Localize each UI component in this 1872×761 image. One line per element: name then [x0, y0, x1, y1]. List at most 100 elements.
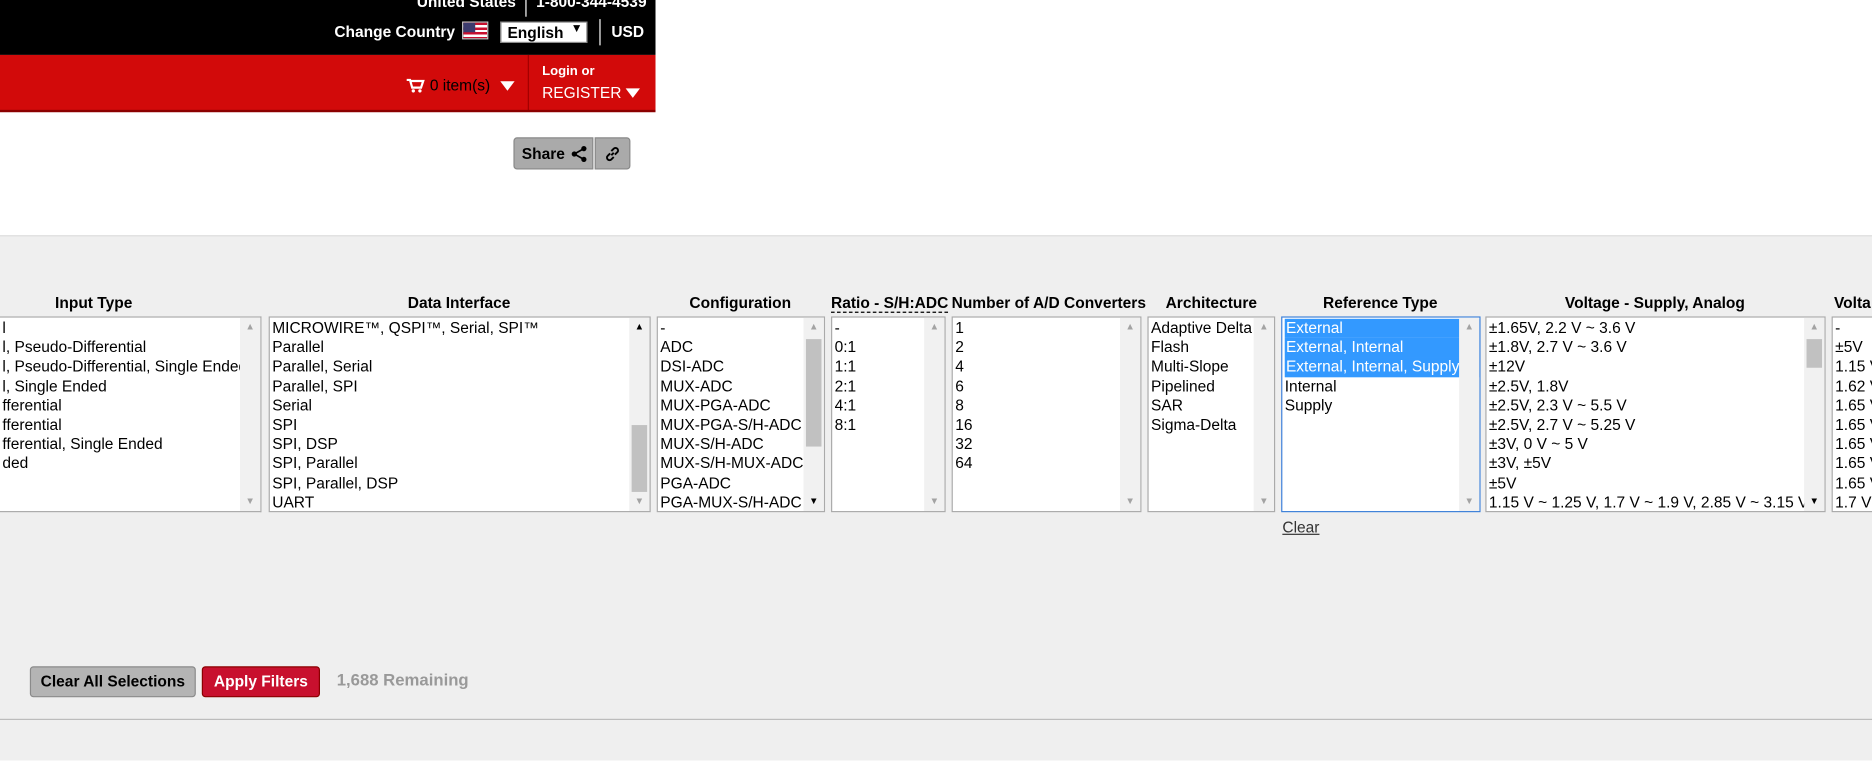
list-option[interactable]: ded — [0, 454, 260, 473]
list-option[interactable]: Parallel — [270, 338, 650, 357]
scroll-up-icon[interactable]: ▲ — [1254, 318, 1274, 337]
list-option[interactable]: 1 — [953, 319, 1140, 338]
list-option[interactable]: ±12V — [1487, 357, 1825, 376]
num-converters-list[interactable]: 1 2 4 6 8 16 32 64 ▲ ▼ — [951, 316, 1142, 513]
scroll-down-icon[interactable]: ▼ — [924, 492, 944, 511]
list-option[interactable]: External, Internal — [1284, 338, 1480, 358]
list-option[interactable]: External, Internal, Supply — [1284, 357, 1480, 377]
list-option[interactable]: 8 — [953, 396, 1140, 415]
list-option[interactable]: MICROWIRE™, QSPI™, Serial, SPI™ — [270, 319, 650, 338]
list-option[interactable]: UART — [270, 493, 650, 511]
scroll-up-icon[interactable]: ▲ — [804, 318, 824, 337]
clear-all-selections-button[interactable]: Clear All Selections — [29, 666, 196, 698]
scroll-up-icon[interactable]: ▲ — [1459, 318, 1479, 337]
list-option[interactable]: 64 — [953, 454, 1140, 473]
input-type-list[interactable]: l l, Pseudo-Differential l, Pseudo-Differe… — [0, 316, 262, 513]
scroll-up-icon[interactable]: ▲ — [1120, 318, 1140, 337]
list-option[interactable]: - — [1833, 319, 1872, 338]
ratio-list[interactable]: -0:1 1:1 2:1 4:1 8:1 ▲ ▼ — [831, 316, 946, 513]
scrollbar[interactable]: ▲ ▼ — [1119, 317, 1141, 512]
list-option[interactable]: ±3V, 0 V ~ 5 V — [1487, 435, 1825, 454]
list-option[interactable]: 1.65 V — [1833, 396, 1872, 415]
scrollbar[interactable]: ▲ ▼ — [1253, 317, 1274, 512]
list-option[interactable]: 1.65 V — [1833, 473, 1872, 492]
list-option[interactable]: SPI — [270, 415, 650, 434]
scrollbar-thumb[interactable] — [631, 425, 648, 492]
list-option[interactable]: ±5V — [1487, 473, 1825, 492]
apply-filters-button[interactable]: Apply Filters — [201, 666, 320, 698]
list-option[interactable]: l, Pseudo-Differential, Single Ended — [0, 357, 260, 376]
list-option[interactable]: fferential — [0, 415, 260, 434]
scroll-down-icon[interactable]: ▼ — [1804, 492, 1824, 511]
scroll-down-icon[interactable]: ▼ — [1120, 492, 1140, 511]
list-option[interactable]: 1.15 V ~ 1.25 V, 1.7 V ~ 1.9 V, 2.85 V ~… — [1487, 493, 1825, 511]
list-option[interactable]: ±2.5V, 2.3 V ~ 5.5 V — [1487, 396, 1825, 415]
currency-label[interactable]: USD — [611, 23, 644, 41]
list-option[interactable]: Parallel, SPI — [270, 377, 650, 396]
list-option[interactable]: ±3V, ±5V — [1487, 454, 1825, 473]
list-option[interactable]: PGA-ADC — [658, 473, 824, 492]
reference-type-list[interactable]: External External, Internal External, Inte… — [1281, 316, 1481, 513]
list-option[interactable]: MUX-ADC — [658, 377, 824, 396]
us-flag-icon[interactable] — [462, 21, 489, 40]
scrollbar[interactable]: ▲ ▼ — [239, 317, 261, 512]
list-option[interactable]: Supply — [1282, 396, 1479, 415]
list-option[interactable]: l, Single Ended — [0, 377, 260, 396]
list-option[interactable]: 1.7 V — [1833, 493, 1872, 511]
scroll-up-icon[interactable]: ▲ — [924, 318, 944, 337]
list-option[interactable]: MUX-S/H-MUX-ADC — [658, 454, 824, 473]
architecture-list[interactable]: Adaptive Delta Flash Multi-Slope Pipelined S… — [1147, 316, 1276, 513]
copy-link-button[interactable] — [594, 137, 631, 170]
scroll-down-icon[interactable]: ▼ — [804, 492, 824, 511]
voltage-digital-list[interactable]: -±5V1.15 V1.62 V1.65 V1.65 V1.65 V1.65 V… — [1831, 316, 1872, 513]
list-option[interactable]: ±1.8V, 2.7 V ~ 3.6 V — [1487, 338, 1825, 357]
country-label[interactable]: United States — [417, 0, 516, 11]
list-option[interactable]: PGA-MUX-S/H-ADC — [658, 493, 824, 511]
scroll-down-icon[interactable]: ▼ — [1459, 492, 1479, 511]
list-option[interactable]: l — [0, 319, 260, 338]
list-option[interactable]: 1.15 V — [1833, 357, 1872, 376]
list-option[interactable]: 1.65 V — [1833, 415, 1872, 434]
list-option[interactable]: External — [1284, 318, 1480, 339]
share-button[interactable]: Share — [513, 137, 594, 170]
list-option[interactable]: ADC — [658, 338, 824, 357]
list-option[interactable]: 1.62 V — [1833, 377, 1872, 396]
scroll-up-icon[interactable]: ▲ — [629, 318, 649, 337]
list-option[interactable]: MUX-PGA-ADC — [658, 396, 824, 415]
list-option[interactable]: l, Pseudo-Differential — [0, 338, 260, 357]
clear-reference-type-link[interactable]: Clear — [1282, 518, 1319, 536]
list-option[interactable]: 2 — [953, 338, 1140, 357]
scrollbar-thumb[interactable] — [1806, 339, 1823, 368]
list-option[interactable]: 1.65 V — [1833, 454, 1872, 473]
list-option[interactable]: Internal — [1282, 377, 1479, 396]
list-option[interactable]: 4 — [953, 357, 1140, 376]
configuration-list[interactable]: - ADC DSI-ADC MUX-ADC MUX-PGA-ADC MUX-PGA-S/H… — [656, 316, 826, 513]
scrollbar[interactable]: ▲ ▼ — [924, 317, 945, 512]
list-option[interactable]: SPI, Parallel — [270, 454, 650, 473]
list-option[interactable]: DSI-ADC — [658, 357, 824, 376]
list-option[interactable]: Serial — [270, 396, 650, 415]
register-button[interactable]: REGISTER — [542, 84, 641, 101]
scroll-up-icon[interactable]: ▲ — [240, 318, 260, 337]
scrollbar[interactable]: ▲ ▼ — [803, 317, 824, 512]
list-option[interactable]: Parallel, Serial — [270, 357, 650, 376]
list-option[interactable]: MUX-S/H-ADC — [658, 435, 824, 454]
scroll-down-icon[interactable]: ▼ — [629, 492, 649, 511]
scrollbar[interactable]: ▲ ▼ — [1804, 317, 1825, 512]
scrollbar[interactable]: ▲ ▼ — [1459, 317, 1480, 512]
list-option[interactable]: 16 — [953, 415, 1140, 434]
scroll-down-icon[interactable]: ▼ — [240, 492, 260, 511]
list-option[interactable]: ±5V — [1833, 338, 1872, 357]
data-interface-list[interactable]: MICROWIRE™, QSPI™, Serial, SPI™ Parallel P… — [268, 316, 651, 513]
list-option[interactable]: - — [658, 319, 824, 338]
scroll-up-icon[interactable]: ▲ — [1804, 318, 1824, 337]
cart-button[interactable]: 0 item(s) — [406, 76, 515, 94]
list-option[interactable]: ±2.5V, 2.7 V ~ 5.25 V — [1487, 415, 1825, 434]
scrollbar[interactable]: ▲ ▼ — [629, 317, 650, 512]
scroll-down-icon[interactable]: ▼ — [1254, 492, 1274, 511]
voltage-analog-list[interactable]: ±1.65V, 2.2 V ~ 3.6 V ±1.8V, 2.7 V ~ 3.6 … — [1485, 316, 1826, 513]
list-option[interactable]: ±1.65V, 2.2 V ~ 3.6 V — [1487, 319, 1825, 338]
filter-header-ratio[interactable]: Ratio - S/H:ADC — [831, 293, 949, 313]
list-option[interactable]: SPI, DSP — [270, 435, 650, 454]
scrollbar-thumb[interactable] — [805, 339, 822, 447]
